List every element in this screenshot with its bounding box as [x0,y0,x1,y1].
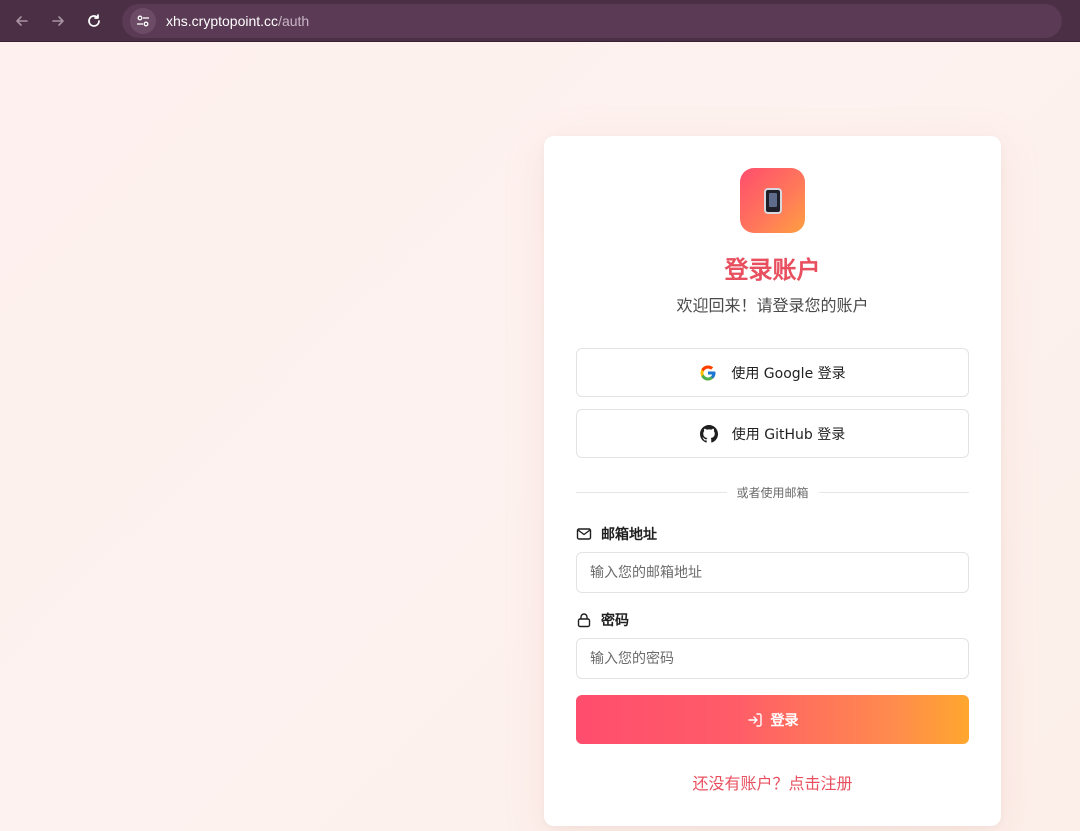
email-label-text: 邮箱地址 [601,527,657,543]
divider-text: 或者使用邮箱 [736,485,809,500]
forward-button[interactable] [40,3,76,39]
back-button[interactable] [4,3,40,39]
google-icon [699,364,717,382]
github-icon [699,424,718,443]
url-path: /auth [278,12,310,29]
url-host: xhs.cryptopoint.cc [166,12,279,29]
reload-button[interactable] [76,3,112,39]
google-login-button[interactable]: 使用 Google 登录 [576,348,969,397]
divider-line-left [576,491,727,493]
github-login-button[interactable]: 使用 GitHub 登录 [576,409,969,458]
sign-in-icon [747,712,763,728]
lock-icon [576,612,592,628]
address-bar[interactable]: xhs.cryptopoint.cc/auth [122,3,1062,38]
or-divider: 或者使用邮箱 [576,482,970,502]
app-logo [740,168,805,233]
site-info-button[interactable] [130,7,156,34]
email-label: 邮箱地址 [576,524,657,544]
divider-line-right [818,491,970,493]
password-label-text: 密码 [601,613,629,629]
login-card: 登录账户 欢迎回来！请登录您的账户 使用 Google 登录 使用 GitHub… [544,136,1001,826]
reload-icon [88,13,100,27]
phone-icon [763,187,782,214]
arrow-left-icon [16,15,28,26]
password-field[interactable] [576,638,969,679]
page-subtitle: 欢迎回来！请登录您的账户 [676,296,869,315]
login-button[interactable]: 登录 [576,695,969,744]
register-link[interactable]: 还没有账户？点击注册 [544,770,1001,794]
login-button-label: 登录 [770,712,799,729]
page-title: 登录账户 [724,256,821,284]
arrow-right-icon [52,15,64,26]
password-label: 密码 [576,610,629,630]
github-login-label: 使用 GitHub 登录 [731,426,846,443]
browser-toolbar: xhs.cryptopoint.cc/auth [0,0,1080,42]
google-login-label: 使用 Google 登录 [731,365,846,382]
mail-icon [576,526,592,542]
tune-icon [137,15,149,26]
url-text: xhs.cryptopoint.cc/auth [166,13,309,29]
email-field[interactable] [576,552,969,593]
